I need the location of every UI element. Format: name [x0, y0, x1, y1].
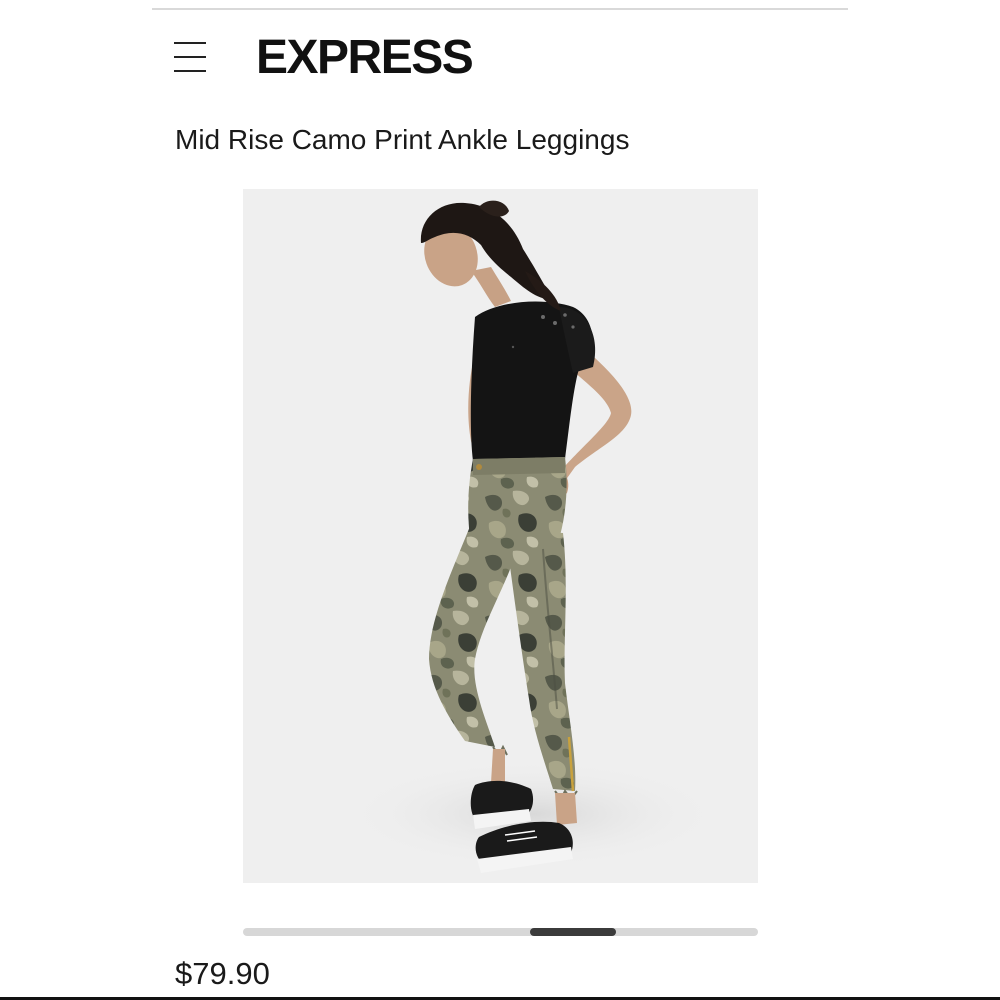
menu-line: [174, 56, 206, 58]
brand-logo[interactable]: EXPRESS: [256, 30, 474, 86]
menu-line: [174, 42, 206, 44]
product-image[interactable]: [243, 189, 758, 883]
hamburger-menu-icon[interactable]: [174, 42, 206, 72]
product-price: $79.90: [175, 956, 270, 991]
product-photo-illustration: [343, 200, 723, 873]
top-divider: [152, 8, 848, 10]
scrollbar-thumb[interactable]: [530, 928, 616, 936]
menu-line: [174, 70, 206, 72]
product-title: Mid Rise Camo Print Ankle Leggings: [175, 124, 630, 155]
image-carousel-scrollbar[interactable]: [243, 928, 758, 936]
product-page: EXPRESS Mid Rise Camo Print Ankle Leggin…: [0, 0, 1000, 1000]
